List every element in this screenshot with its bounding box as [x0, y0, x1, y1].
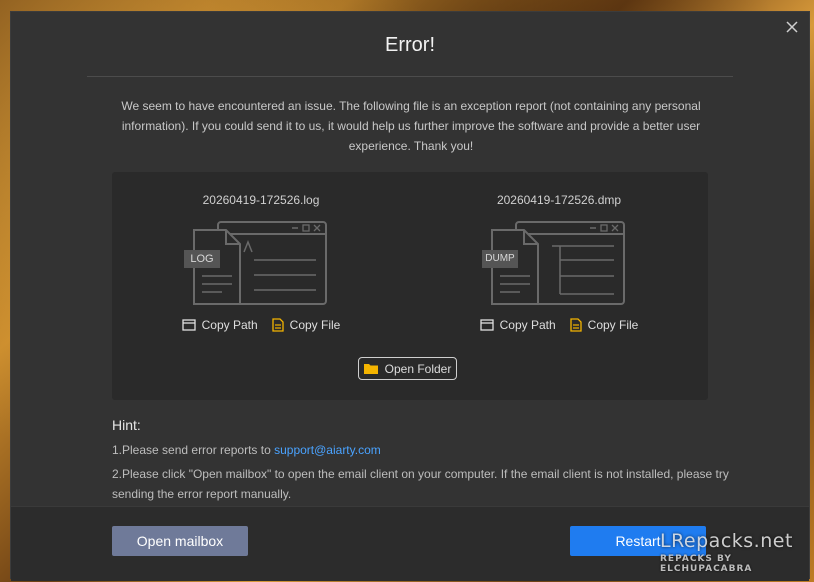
hint-line-1: 1.Please send error reports to support@a…	[112, 440, 736, 460]
dmp-copy-file-button[interactable]: Copy File	[570, 318, 639, 332]
folder-icon	[363, 364, 378, 374]
copy-file-label: Copy File	[587, 318, 639, 332]
open-mailbox-button[interactable]: Open mailbox	[112, 526, 248, 556]
copy-path-label: Copy Path	[499, 318, 556, 332]
window-icon	[479, 319, 494, 331]
error-message: We seem to have encountered an issue. Th…	[121, 99, 701, 153]
open-folder-label: Open Folder	[384, 361, 452, 376]
log-copy-file-button[interactable]: Copy File	[272, 318, 341, 332]
window-icon	[181, 319, 196, 331]
dmp-copy-path-button[interactable]: Copy Path	[479, 318, 556, 332]
open-folder-button[interactable]: Open Folder	[358, 357, 457, 380]
divider	[87, 76, 733, 77]
hint-line-1-text: 1.Please send error reports to	[112, 443, 275, 457]
dmp-file-icon: DUMP	[480, 220, 630, 310]
dmp-file-name: 20260419-172526.dmp	[496, 193, 622, 207]
dmp-badge: DUMP	[485, 253, 515, 264]
watermark-text: LRepacks.net	[660, 530, 793, 552]
log-badge: LOG	[190, 253, 214, 265]
hint-line-2: 2.Please click "Open mailbox" to open th…	[112, 467, 729, 501]
file-icon	[570, 318, 582, 332]
hint-title: Hint:	[112, 417, 141, 433]
dmp-file-card: 20260419-172526.dmp DUMP Copy Path Copy …	[410, 172, 708, 342]
copy-path-label: Copy Path	[201, 318, 258, 332]
log-copy-path-button[interactable]: Copy Path	[181, 318, 258, 332]
copy-file-label: Copy File	[289, 318, 341, 332]
error-dialog: Error! We seem to have encountered an is…	[10, 11, 810, 581]
log-file-icon: LOG	[182, 220, 332, 310]
support-email-link[interactable]: support@aiarty.com	[274, 443, 381, 457]
report-files-panel: 20260419-172526.log LOG Copy Path Copy F…	[112, 172, 708, 400]
log-file-name: 20260419-172526.log	[202, 193, 320, 207]
dialog-title: Error!	[385, 34, 435, 56]
file-icon	[272, 318, 284, 332]
watermark-subtext: REPACKS BY ELCHUPACABRA	[660, 554, 753, 574]
log-file-card: 20260419-172526.log LOG Copy Path Copy F…	[112, 172, 410, 342]
